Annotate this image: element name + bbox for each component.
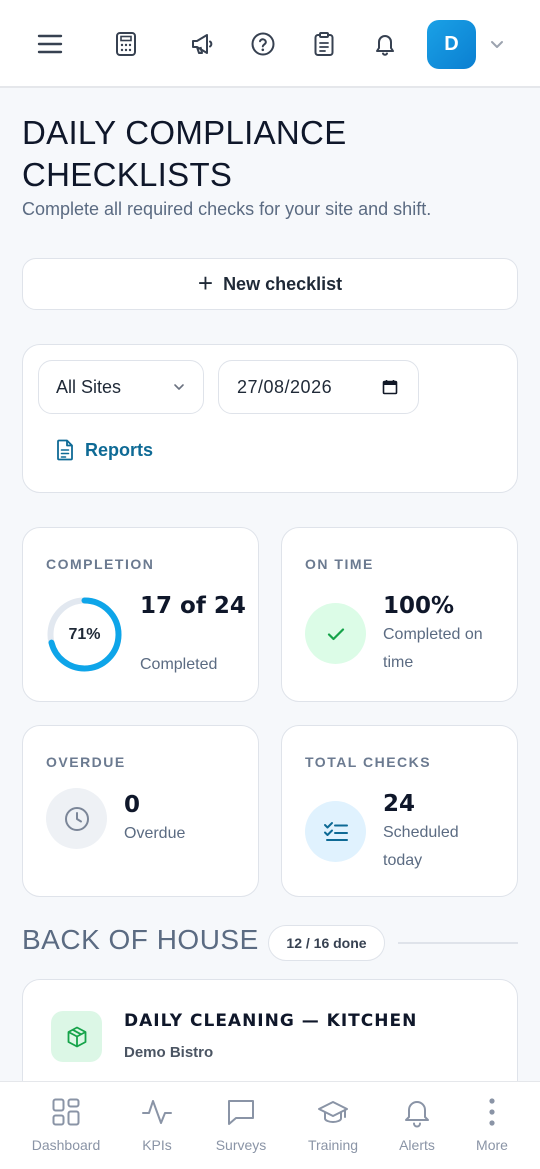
document-icon (55, 439, 75, 461)
nav-item-surveys[interactable]: Surveys (205, 1082, 277, 1169)
chat-icon (225, 1096, 257, 1128)
clock-icon (46, 788, 107, 849)
checklist-title: DAILY CLEANING — KITCHEN (124, 1011, 418, 1031)
nav-label-dashboard: Dashboard (31, 1137, 101, 1153)
calculator-icon[interactable] (110, 28, 142, 60)
bottom-nav: Dashboard KPIs Surveys Training Alerts M… (0, 1081, 540, 1169)
menu-icon[interactable] (34, 28, 66, 60)
on-time-sub: Completed on time (383, 626, 483, 671)
activity-icon (141, 1096, 173, 1128)
bell-icon (401, 1096, 433, 1128)
filters-card: All Sites 27/08/2026 Reports (22, 344, 518, 493)
megaphone-icon[interactable] (186, 28, 218, 60)
page-subtitle: Complete all required checks for your si… (22, 199, 432, 219)
overdue-card: OVERDUE 0 Overdue (22, 725, 259, 897)
completion-sub: Completed (140, 656, 218, 673)
date-value: 27/08/2026 (237, 376, 333, 397)
on-time-card: ON TIME 100% Completed on time (281, 527, 518, 702)
nav-item-training[interactable]: Training (296, 1082, 370, 1169)
avatar-initial: D (444, 33, 459, 55)
completion-ring: 71% (46, 596, 123, 673)
total-checks-card: TOTAL CHECKS 24 Scheduled today (281, 725, 518, 897)
overdue-label: OVERDUE (46, 754, 126, 770)
nav-label-more: More (476, 1137, 508, 1153)
nav-item-alerts[interactable]: Alerts (387, 1082, 447, 1169)
checklist-icon (305, 801, 366, 862)
checklist-site: Demo Bistro (124, 1044, 214, 1061)
site-select[interactable]: All Sites (38, 360, 204, 414)
help-icon[interactable] (247, 28, 279, 60)
section-divider (398, 942, 518, 944)
dashboard-icon (50, 1096, 82, 1128)
reports-link[interactable]: Reports (55, 439, 153, 461)
graduation-cap-icon (317, 1096, 349, 1128)
nav-item-kpis[interactable]: KPIs (127, 1082, 187, 1169)
total-checks-sub: Scheduled today (383, 824, 459, 869)
reports-label: Reports (85, 439, 154, 460)
on-time-value: 100% (383, 593, 455, 619)
section-title: BACK OF HOUSE (22, 924, 259, 955)
calendar-icon[interactable] (382, 379, 398, 395)
date-input[interactable]: 27/08/2026 (218, 360, 419, 414)
top-bar: D (0, 0, 540, 88)
box-icon (51, 1011, 102, 1062)
on-time-label: ON TIME (305, 556, 374, 572)
bell-icon[interactable] (369, 28, 401, 60)
completion-percent: 71% (68, 625, 101, 643)
completion-card: COMPLETION 71% 17 of 24 Completed (22, 527, 259, 702)
nav-item-dashboard[interactable]: Dashboard (26, 1082, 106, 1169)
completion-label: COMPLETION (46, 556, 155, 572)
overdue-value: 0 (124, 792, 141, 818)
page-title: DAILY COMPLIANCE CHECKLISTS (22, 114, 347, 193)
nav-label-training: Training (307, 1137, 359, 1153)
overdue-sub: Overdue (124, 825, 186, 842)
new-checklist-label: New checklist (223, 273, 343, 294)
nav-item-more[interactable]: More (466, 1082, 518, 1169)
clipboard-icon[interactable] (308, 28, 340, 60)
nav-label-kpis: KPIs (142, 1137, 172, 1153)
more-vertical-icon (476, 1096, 508, 1128)
plus-icon: + (197, 267, 214, 298)
chevron-down-icon[interactable] (487, 34, 507, 54)
check-icon (305, 603, 366, 664)
section-progress-badge: 12 / 16 done (268, 925, 385, 961)
site-select-value: All Sites (56, 376, 122, 397)
chevron-down-icon (171, 379, 187, 395)
new-checklist-button[interactable]: + New checklist (22, 258, 518, 310)
total-checks-value: 24 (383, 791, 416, 817)
nav-label-alerts: Alerts (399, 1137, 435, 1153)
total-checks-label: TOTAL CHECKS (305, 754, 432, 770)
completion-value: 17 of 24 (140, 593, 246, 619)
nav-label-surveys: Surveys (215, 1137, 267, 1153)
avatar[interactable]: D (427, 20, 476, 69)
